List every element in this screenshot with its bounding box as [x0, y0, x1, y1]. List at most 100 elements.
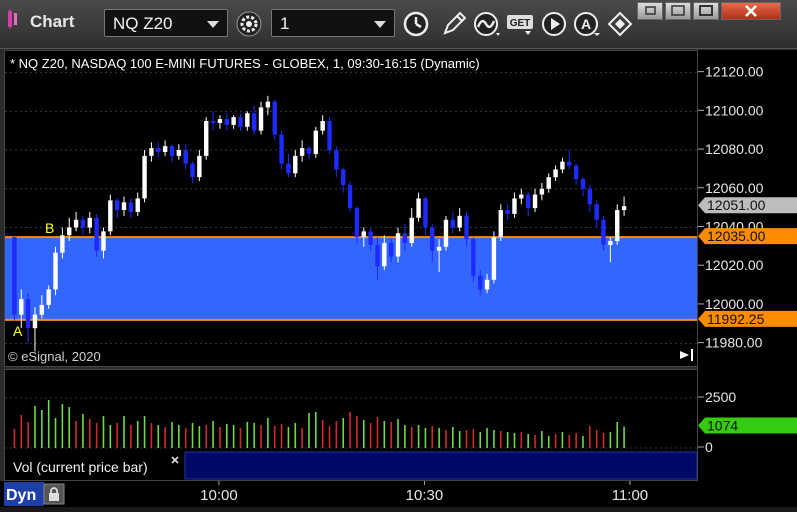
candle	[142, 150, 147, 203]
tool-icon[interactable]	[605, 9, 635, 39]
band-bottom-price-tag-text: 11992.25	[707, 311, 765, 327]
candle	[594, 200, 599, 228]
alert-icon[interactable]: A	[572, 9, 602, 39]
last-price-tag-text: 12051.00	[707, 197, 766, 213]
close-icon	[745, 5, 757, 17]
symbol-combobox[interactable]: NQ Z20	[104, 9, 228, 37]
price-tick-label: 12060.00	[705, 180, 764, 196]
clock-icon[interactable]	[401, 9, 431, 39]
window-title: Chart	[30, 12, 75, 31]
candle	[224, 113, 229, 131]
candle	[546, 173, 551, 193]
candle	[519, 188, 524, 205]
label-a: A	[13, 323, 23, 339]
copyright-text: © eSignal, 2020	[8, 349, 101, 364]
chevron-down-icon[interactable]	[207, 21, 219, 28]
price-tick-label: 12100.00	[705, 102, 764, 118]
candle	[532, 188, 538, 212]
title-bar: Chart NQ Z20 1 GET A	[0, 0, 797, 49]
candle	[320, 115, 325, 135]
volume-chart[interactable]: Vol (current price bar)	[5, 370, 698, 480]
candle	[409, 208, 414, 247]
price-pane[interactable]: * NQ Z20, NASDAQ 100 E-MINI FUTURES - GL…	[4, 50, 698, 367]
time-axis[interactable]: Dyn 10:00 10:30 11:00	[0, 481, 797, 507]
last-price-tag: 12051.00	[698, 197, 797, 214]
candle	[306, 146, 312, 160]
restore-icon	[645, 6, 656, 15]
candle	[272, 99, 277, 141]
maximize-icon	[699, 5, 713, 16]
gear-icon[interactable]	[234, 9, 264, 39]
right-axis[interactable]: 12120.00 12100.00 12080.00 12060.00 12040.00…	[698, 50, 797, 481]
candle	[238, 113, 243, 131]
candle	[423, 196, 428, 236]
candle	[327, 117, 332, 154]
candle	[169, 144, 175, 162]
candle	[73, 212, 79, 232]
lock-icon[interactable]	[43, 483, 65, 505]
candle	[87, 212, 92, 234]
maximize-button[interactable]	[693, 2, 719, 20]
scroll-to-end-icon[interactable]	[680, 349, 693, 361]
candle	[615, 204, 620, 245]
play-icon[interactable]	[539, 9, 569, 39]
volume-study-strip	[184, 451, 698, 480]
candle	[114, 198, 120, 218]
dynamic-mode-label: Dyn	[6, 487, 36, 504]
candle	[286, 153, 291, 178]
candle	[347, 181, 353, 212]
candle	[128, 198, 134, 218]
symbol-value: NQ Z20	[113, 14, 173, 33]
volume-pane[interactable]: Vol (current price bar)	[4, 369, 698, 481]
restore-button[interactable]	[637, 2, 663, 20]
candle	[299, 140, 305, 162]
candle	[265, 95, 271, 116]
candle	[210, 111, 216, 131]
candle	[567, 150, 572, 170]
volume-tick-label: 2500	[705, 389, 736, 405]
interval-combobox[interactable]: 1	[271, 9, 395, 37]
candle	[135, 192, 140, 216]
band-top-price-tag-text: 12035.00	[707, 228, 766, 244]
candle	[183, 144, 188, 170]
get-icon[interactable]: GET	[505, 9, 535, 39]
candle	[560, 157, 565, 174]
candle	[587, 184, 593, 212]
candle	[53, 246, 58, 296]
price-chart[interactable]: * NQ Z20, NASDAQ 100 E-MINI FUTURES - GL…	[5, 51, 697, 366]
price-tick-label: 11980.00	[705, 335, 763, 351]
time-tick-label: 11:00	[612, 487, 648, 504]
volume-tag-text: 1074	[707, 418, 738, 434]
candle	[190, 161, 195, 183]
wave-icon[interactable]	[472, 9, 502, 39]
candle	[491, 231, 497, 284]
candle	[539, 182, 545, 201]
price-band	[5, 237, 697, 320]
volume-tick-label: 0	[705, 439, 713, 455]
candle	[313, 126, 319, 158]
candle	[156, 142, 161, 158]
close-button[interactable]	[721, 2, 781, 20]
candle	[12, 235, 17, 321]
chevron-down-icon[interactable]	[374, 21, 386, 28]
price-axis[interactable]: 12120.0012100.0012080.0012060.0012040.00…	[698, 50, 797, 481]
candle	[279, 130, 284, 170]
candle	[573, 163, 579, 185]
candle	[251, 105, 257, 135]
price-tick-label: 12080.00	[705, 141, 764, 157]
candle	[293, 150, 298, 178]
volume-tag: 1074	[698, 417, 797, 434]
candle	[258, 101, 264, 135]
pencil-icon[interactable]	[439, 9, 469, 39]
candle	[525, 192, 531, 216]
label-b: B	[45, 220, 54, 236]
candle	[94, 213, 99, 257]
candle	[580, 177, 586, 197]
band-top-price-tag: 12035.00	[698, 228, 797, 245]
candle	[553, 165, 558, 182]
chart-app-icon	[8, 9, 17, 29]
chart-window: Chart NQ Z20 1 GET A * NQ Z20, NASDAQ 10…	[0, 0, 797, 507]
maximize-window-button[interactable]	[665, 2, 691, 20]
candle	[498, 204, 503, 242]
time-tick-label: 10:00	[200, 487, 238, 504]
